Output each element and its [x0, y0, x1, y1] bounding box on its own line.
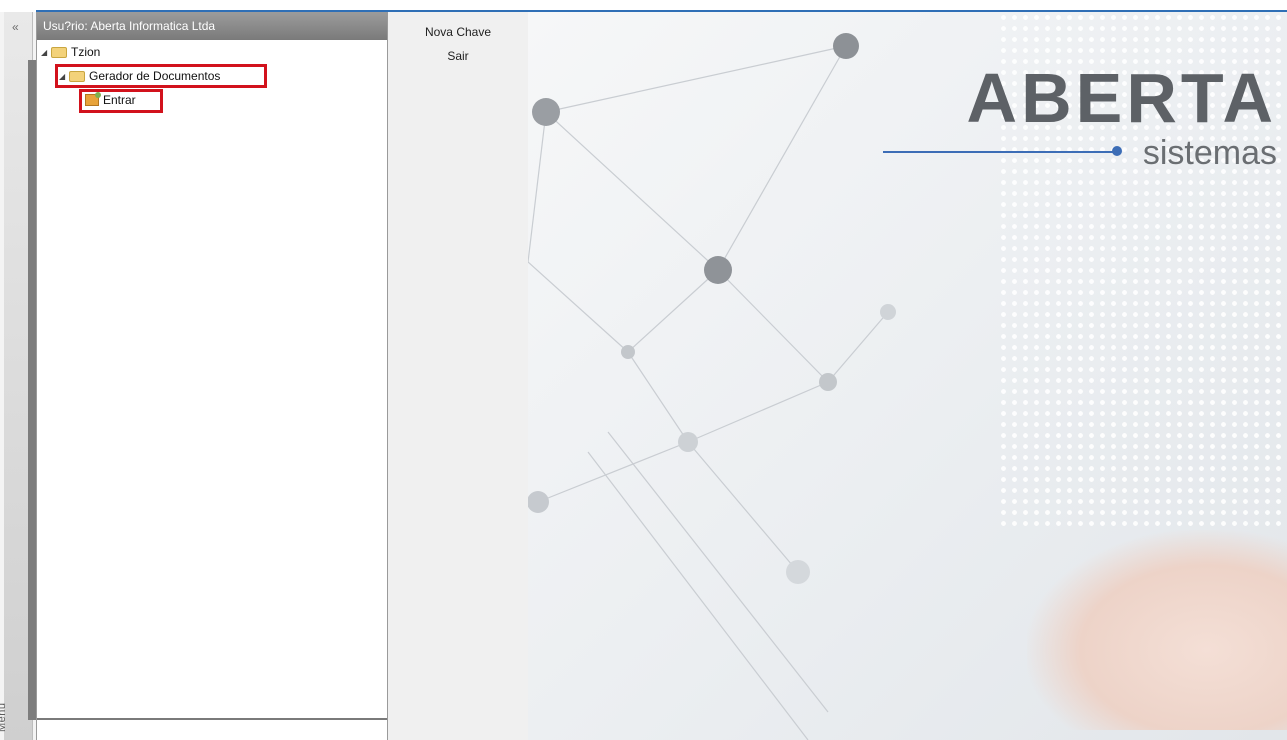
window-top-bar [0, 0, 1287, 13]
splash-background: ABERTA sistemas [528, 12, 1287, 740]
expand-arrow-icon[interactable]: ◢ [41, 48, 49, 57]
logo-underline [883, 151, 1118, 153]
navigation-tree-panel: Usu?rio: Aberta Informatica Ltda ◢ Tzion… [36, 12, 388, 740]
highlight-box-gerador [55, 64, 267, 88]
collapse-menu-icon[interactable]: « [12, 20, 19, 34]
hand-image [1027, 530, 1287, 730]
tree-panel-footer [37, 718, 387, 740]
menu-label: Menu [0, 702, 8, 732]
logo-dot [1112, 146, 1122, 156]
actions-panel: Nova Chave Sair [388, 12, 529, 740]
tree-node-label: Tzion [71, 45, 101, 59]
highlight-box-entrar [79, 89, 163, 113]
nova-chave-button[interactable]: Nova Chave [388, 20, 528, 44]
sair-button[interactable]: Sair [388, 44, 528, 68]
folder-icon [51, 46, 67, 58]
aberta-logo: ABERTA [966, 59, 1277, 137]
tree-node-tzion[interactable]: ◢ Tzion [41, 45, 100, 59]
menu-gutter [28, 60, 36, 720]
tree-header-user: Usu?rio: Aberta Informatica Ltda [37, 12, 387, 40]
logo-subtitle: sistemas [1142, 134, 1277, 172]
